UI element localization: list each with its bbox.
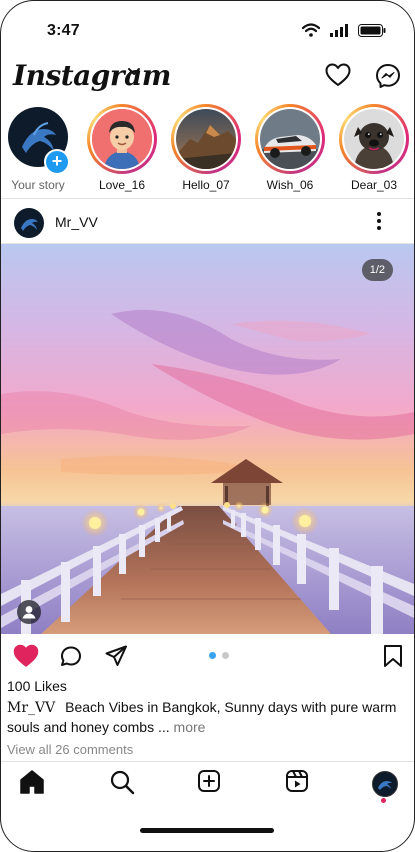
home-icon[interactable] [19,769,45,795]
like-heart-icon[interactable] [13,644,39,668]
story-wish-06[interactable]: Wish_06 [253,104,327,192]
story-dear-03[interactable]: Dear_03 [337,104,411,192]
tagged-user-icon[interactable] [17,600,41,624]
wifi-icon [302,23,320,37]
carousel-dot [222,652,229,659]
post-username[interactable]: Mr_VV [55,214,98,230]
create-post-icon[interactable] [197,769,221,793]
story-love-16[interactable]: Love_16 [85,104,159,192]
post-author-avatar[interactable] [14,208,44,238]
story-your-story[interactable]: + Your story [1,104,75,192]
signal-icon [330,23,348,37]
phone-screen: 3:47 Instagram + Your story Love_16 Hell… [0,0,415,852]
share-send-icon[interactable] [104,644,128,668]
story-hello-07[interactable]: Hello_07 [169,104,243,192]
instagram-logo[interactable]: Instagram [13,59,171,92]
post-image[interactable] [1,244,414,634]
more-options-icon[interactable] [372,211,386,231]
race-car-avatar [260,109,320,169]
view-comments-link[interactable]: View all 26 comments [7,742,133,757]
story-label: Hello_07 [182,178,230,192]
search-icon[interactable] [109,769,135,795]
story-label: Your story [11,178,65,192]
cartoon-man-avatar [92,109,152,169]
comment-icon[interactable] [59,644,83,668]
save-bookmark-icon[interactable] [382,644,404,668]
messenger-icon[interactable] [375,63,401,89]
carousel-dot-active [209,652,216,659]
story-label: Dear_03 [350,178,398,192]
home-indicator[interactable] [140,828,274,833]
likes-count[interactable]: 100 Likes [7,678,67,694]
image-counter-badge: 1/2 [361,259,393,281]
caption-username[interactable]: Mr_VV [7,700,55,716]
story-label: Love_16 [98,178,146,192]
profile-avatar[interactable] [372,771,398,797]
battery-icon [358,23,386,37]
stories-divider [1,198,414,199]
reels-icon[interactable] [285,769,309,793]
post-caption: Mr_VV Beach Vibes in Bangkok, Sunny days… [7,698,407,737]
story-label: Wish_06 [266,178,314,192]
pier-sunset-photo [1,244,414,634]
profile-notification-dot [381,798,386,803]
chevron-down-icon[interactable] [127,67,141,77]
notifications-heart-icon[interactable] [325,63,351,87]
add-story-plus-icon[interactable]: + [44,149,70,175]
bottom-nav-divider [1,761,414,762]
mountain-avatar [176,109,236,169]
status-icons [302,23,386,37]
carousel-indicator [209,652,229,659]
caption-more-link[interactable]: more [174,719,206,735]
pug-dog-avatar [344,109,404,169]
status-time: 3:47 [47,22,80,39]
